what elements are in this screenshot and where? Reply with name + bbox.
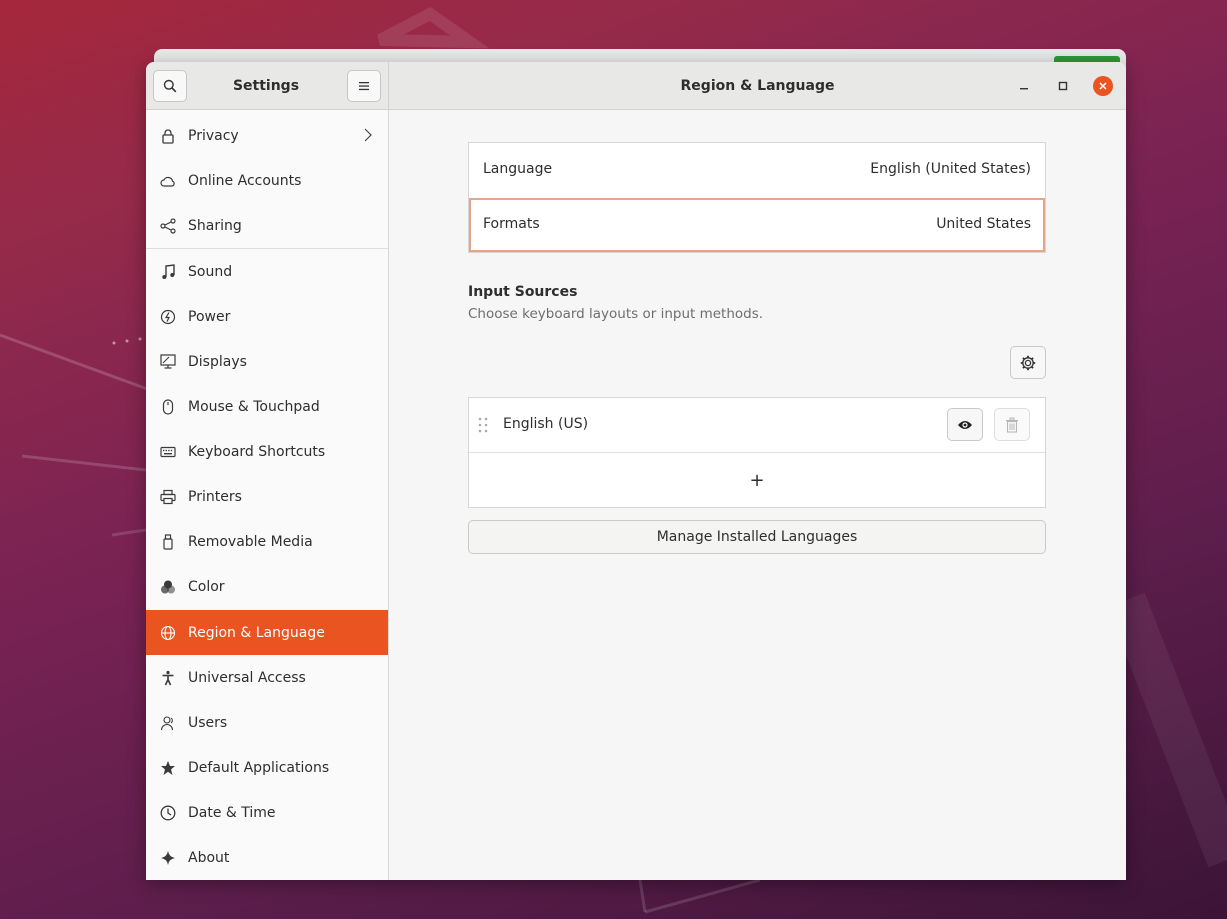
input-source-label: English (US)	[503, 416, 589, 432]
input-sources-list: English (US) +	[468, 397, 1046, 508]
sidebar-item-label: About	[188, 849, 230, 866]
sparkle-icon	[159, 849, 177, 867]
power-icon	[159, 308, 177, 326]
sidebar-item-label: Users	[188, 714, 228, 731]
sidebar: Privacy Online Accounts Sharing Sound Po…	[146, 110, 389, 880]
sidebar-item-label: Default Applications	[188, 759, 330, 776]
sidebar-title: Settings	[232, 77, 300, 94]
sidebar-item-label: Universal Access	[188, 669, 306, 686]
users-icon	[159, 714, 177, 732]
input-sources-options-button[interactable]	[1010, 346, 1046, 379]
sidebar-item-label: Sound	[188, 263, 233, 280]
sidebar-item-default-applications[interactable]: Default Applications	[146, 745, 388, 790]
sidebar-item-label: Region & Language	[188, 624, 325, 641]
gear-icon	[1020, 355, 1036, 370]
globe-icon	[159, 624, 177, 642]
clock-icon	[159, 804, 177, 822]
sidebar-item-universal-access[interactable]: Universal Access	[146, 655, 388, 700]
header-bar: Settings Region & Language	[146, 62, 1126, 110]
sidebar-item-about[interactable]: About	[146, 835, 388, 880]
sidebar-item-sound[interactable]: Sound	[146, 249, 388, 294]
language-value: English (United States)	[870, 161, 1031, 177]
lock-icon	[159, 127, 177, 145]
sidebar-item-label: Date & Time	[188, 804, 276, 821]
trash-icon	[1006, 417, 1018, 433]
sidebar-item-mouse-touchpad[interactable]: Mouse & Touchpad	[146, 384, 388, 429]
language-row[interactable]: Language English (United States)	[469, 143, 1045, 198]
close-icon	[1099, 82, 1107, 90]
search-icon	[163, 79, 177, 93]
sidebar-item-keyboard-shortcuts[interactable]: Keyboard Shortcuts	[146, 429, 388, 474]
sidebar-item-label: Sharing	[188, 217, 242, 234]
input-source-row: English (US)	[469, 398, 1045, 453]
sidebar-item-label: Color	[188, 578, 225, 595]
cloud-icon	[159, 172, 177, 190]
eye-icon	[958, 420, 972, 429]
mouse-icon	[159, 398, 177, 416]
language-label: Language	[483, 161, 553, 177]
share-icon	[159, 217, 177, 235]
printer-icon	[159, 488, 177, 506]
maximize-button[interactable]	[1053, 76, 1073, 96]
sidebar-item-sharing[interactable]: Sharing	[146, 203, 388, 248]
manage-installed-languages-button[interactable]: Manage Installed Languages	[468, 520, 1046, 554]
maximize-icon	[1058, 81, 1068, 91]
star-icon	[159, 759, 177, 777]
accessibility-icon	[159, 669, 177, 687]
music-note-icon	[159, 263, 177, 281]
formats-row[interactable]: Formats United States	[469, 198, 1045, 252]
chevron-right-icon	[364, 128, 372, 142]
preview-layout-button[interactable]	[947, 408, 983, 441]
formats-value: United States	[936, 216, 1031, 232]
sidebar-item-privacy[interactable]: Privacy	[146, 113, 388, 158]
minimize-button[interactable]	[1014, 76, 1034, 96]
input-sources-title: Input Sources	[468, 284, 578, 300]
sidebar-item-label: Mouse & Touchpad	[188, 398, 320, 415]
sidebar-item-displays[interactable]: Displays	[146, 339, 388, 384]
drag-handle-icon[interactable]	[478, 417, 488, 433]
sidebar-item-label: Online Accounts	[188, 172, 302, 189]
sidebar-item-label: Removable Media	[188, 533, 313, 550]
display-icon	[159, 353, 177, 371]
minimize-icon	[1020, 88, 1028, 90]
main-content: Language English (United States) Formats…	[389, 110, 1126, 880]
sidebar-item-label: Privacy	[188, 127, 239, 144]
sidebar-item-region-language[interactable]: Region & Language	[146, 610, 388, 655]
sidebar-item-label: Displays	[188, 353, 247, 370]
sidebar-header: Settings	[146, 62, 389, 109]
sidebar-item-label: Keyboard Shortcuts	[188, 443, 326, 460]
color-icon	[159, 578, 177, 596]
formats-label: Formats	[483, 216, 540, 232]
removable-media-icon	[159, 533, 177, 551]
menu-button[interactable]	[347, 70, 381, 102]
keyboard-icon	[159, 443, 177, 461]
sidebar-item-color[interactable]: Color	[146, 564, 388, 609]
sidebar-item-power[interactable]: Power	[146, 294, 388, 339]
input-sources-subtitle: Choose keyboard layouts or input methods…	[468, 306, 764, 322]
region-settings-list: Language English (United States) Formats…	[468, 142, 1046, 253]
search-button[interactable]	[153, 70, 187, 102]
hamburger-icon	[359, 82, 369, 91]
sidebar-item-online-accounts[interactable]: Online Accounts	[146, 158, 388, 203]
settings-window: Settings Region & Language Privacy Onlin…	[146, 62, 1126, 880]
remove-source-button[interactable]	[994, 408, 1030, 441]
sidebar-item-label: Printers	[188, 488, 242, 505]
sidebar-item-date-time[interactable]: Date & Time	[146, 790, 388, 835]
sidebar-item-label: Power	[188, 308, 231, 325]
add-input-source-button[interactable]: +	[469, 453, 1045, 507]
sidebar-item-printers[interactable]: Printers	[146, 474, 388, 519]
close-button[interactable]	[1093, 76, 1113, 96]
sidebar-item-removable-media[interactable]: Removable Media	[146, 519, 388, 564]
sidebar-item-users[interactable]: Users	[146, 700, 388, 745]
